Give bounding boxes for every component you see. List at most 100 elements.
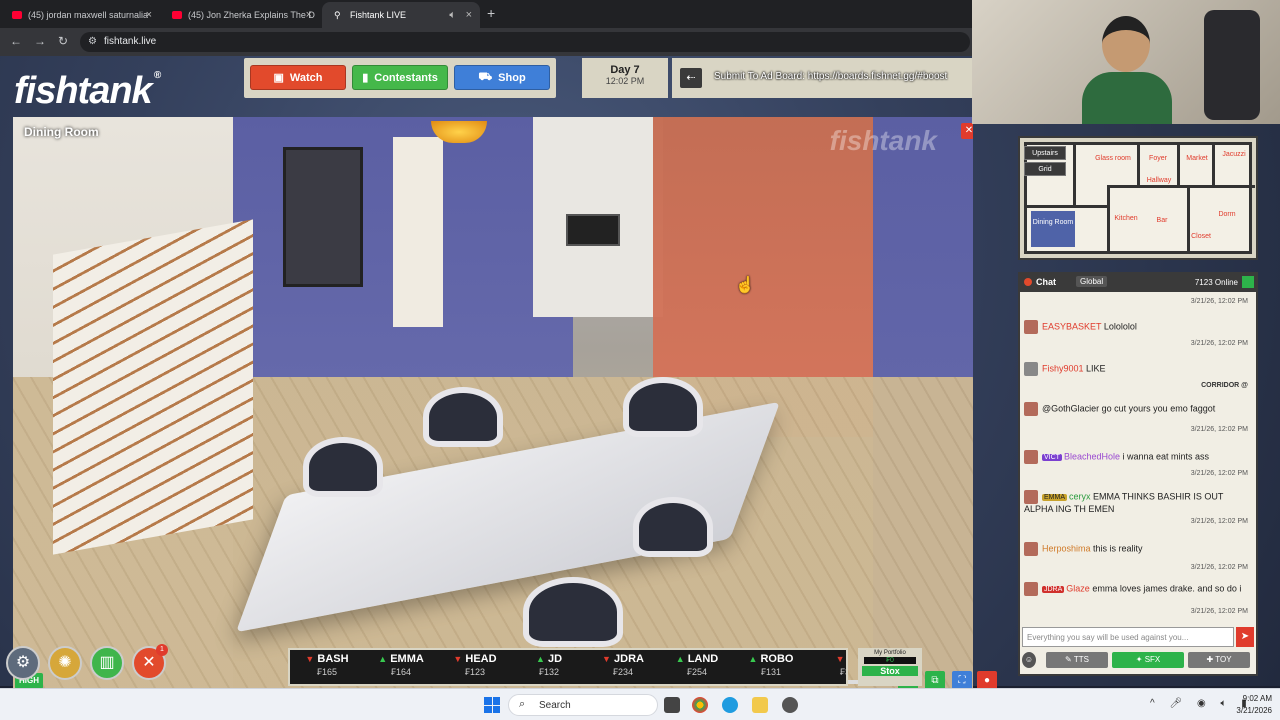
notification-badge: 1 (156, 644, 168, 656)
close-tab-icon[interactable]: × (466, 9, 472, 21)
ticker-item[interactable]: ▼ BASH ₣165 (290, 653, 364, 677)
close-tab-icon[interactable]: × (306, 9, 312, 21)
ticker-item[interactable]: ▲ EMMA ₣164 (364, 653, 438, 677)
tools-icon[interactable]: ✕ 1 (132, 644, 168, 680)
camera-feed[interactable]: Dining Room fishtank ✕ ☝ HIGH 🔈︎ ▢ ⧉ ⛶ (13, 117, 973, 696)
taskbar-search[interactable]: ⌕ Search (508, 694, 658, 716)
fishtank-logo[interactable]: fishtank ® (14, 70, 161, 113)
person-icon: ▮ (362, 72, 369, 84)
reload-icon[interactable]: ↻ (58, 34, 68, 48)
clock[interactable]: 9:02 AM 3/21/2026 (1236, 693, 1272, 717)
new-tab-icon[interactable]: + (487, 5, 495, 21)
map-room[interactable]: Bar (1145, 217, 1179, 225)
site-info-icon[interactable]: ⚙︎ (88, 36, 97, 47)
avatar[interactable] (1024, 402, 1038, 416)
avatar[interactable] (1024, 490, 1038, 504)
emoji-icon[interactable]: ☺ (1022, 652, 1036, 668)
file-explorer-icon[interactable] (752, 697, 768, 713)
ticker-item[interactable]: ▲ JD ₣132 (512, 653, 586, 677)
chat-message: Herposhima this is reality (1024, 542, 1250, 556)
down-arrow-icon: ▼ (602, 654, 611, 664)
stock-ticker[interactable]: ▼ BASH ₣165 ▲ EMMA ₣164 ▼ HEAD ₣123 ▲ JD ₣13… (288, 648, 848, 686)
task-view-icon[interactable] (664, 697, 680, 713)
send-icon[interactable]: ➤ (1236, 627, 1254, 647)
webcam-overlay (972, 0, 1280, 124)
url-field[interactable]: ⚙︎ fishtank.live (80, 32, 970, 52)
map-room[interactable]: Kitchen (1111, 215, 1141, 223)
expand-icon[interactable] (1242, 276, 1254, 288)
close-icon[interactable]: ✕ (961, 123, 973, 139)
upstairs-button[interactable]: Upstairs (1024, 146, 1066, 160)
windows-start-icon[interactable] (484, 697, 500, 713)
house-map: Glass room Foyer Market Jacuzzi Hallway … (1018, 136, 1258, 260)
ticker-item[interactable]: ▼ HEAD ₣123 (438, 653, 512, 677)
map-room[interactable]: Market (1182, 155, 1212, 163)
ad-board[interactable]: ⇠ Submit To Ad Board: https://boards.fis… (672, 58, 972, 98)
chat-header: Chat Global 7123 Online (1020, 274, 1256, 292)
up-arrow-icon: ▲ (535, 654, 545, 664)
map-room[interactable]: Foyer (1141, 155, 1175, 163)
coins-icon[interactable]: ✺ (48, 646, 82, 680)
chat-input[interactable]: Everything you say will be used against … (1022, 627, 1234, 647)
forward-icon[interactable]: → (34, 34, 46, 48)
webcam-image (1082, 16, 1172, 124)
arrow-left-icon[interactable]: ⇠ (680, 68, 702, 88)
camera-image (393, 137, 443, 327)
fishtank-tab-icon: ⚲ (334, 10, 341, 20)
back-icon[interactable]: ← (10, 34, 22, 48)
watch-button[interactable]: ▣ Watch (250, 65, 346, 90)
obs-icon[interactable] (782, 697, 798, 713)
avatar[interactable] (1024, 542, 1038, 556)
channel-selector[interactable]: Global (1076, 276, 1108, 287)
speaker-icon[interactable]: 🔈︎ (449, 9, 456, 22)
shopping-bag-icon[interactable]: ▥ (90, 646, 124, 680)
camera-image (623, 377, 703, 437)
edge-icon[interactable] (722, 697, 738, 713)
map-room[interactable]: Jacuzzi (1217, 151, 1251, 159)
map-room[interactable]: Hallway (1139, 177, 1179, 185)
ticker-item[interactable]: ▲ ROBO ₣131 (734, 653, 808, 677)
camera-image (566, 214, 620, 246)
map-room-active[interactable]: Dining Room (1031, 211, 1075, 247)
cart-icon: ⛟ (478, 70, 493, 83)
room-name: Dining Room (24, 125, 99, 139)
up-arrow-icon: ▲ (748, 654, 758, 664)
tts-icon: ✎ (1065, 655, 1074, 664)
chat-messages[interactable]: 3/21/26, 12:02 PM EASYBASKET Lolololol 3… (1020, 294, 1256, 624)
ticker-item[interactable]: ▼ T₣3 (808, 653, 846, 677)
contestants-button[interactable]: ▮ Contestants (352, 65, 448, 90)
down-arrow-icon: ▼ (305, 654, 315, 664)
webcam-image (1204, 10, 1260, 120)
camera-image (423, 387, 503, 447)
ticker-item[interactable]: ▲ LAND ₣254 (660, 653, 734, 677)
chat-message: EMMA ceryx EMMA THINKS BASHIR IS OUT ALPH… (1024, 490, 1224, 514)
map-room[interactable]: Closet (1187, 233, 1215, 241)
watermark: fishtank (829, 125, 937, 156)
browser-tab[interactable]: (45) Jon Zherka Explains The D × (160, 2, 320, 28)
search-icon: ⌕ (519, 698, 526, 710)
gear-icon[interactable]: ⚙ (6, 646, 40, 680)
browser-tab-active[interactable]: ⚲ Fishtank LIVE 🔈︎ × (322, 2, 480, 28)
camera-image (53, 219, 253, 555)
avatar[interactable] (1024, 582, 1038, 596)
avatar[interactable] (1024, 320, 1038, 334)
top-navigation: ▣ Watch ▮ Contestants ⛟ Shop (244, 58, 556, 98)
avatar[interactable] (1024, 450, 1038, 464)
day-clock: Day 7 12:02 PM (582, 58, 668, 98)
toy-button[interactable]: ✚ TOY (1188, 652, 1250, 668)
map-room[interactable]: Dorm (1207, 211, 1247, 219)
chrome-icon[interactable] (692, 697, 708, 713)
windows-taskbar: ⌕ Search ^ 🎤︎ ◉ 🔈︎ ▮ 9:02 AM 3/21/2026 (0, 688, 1280, 720)
sfx-button[interactable]: ✦ SFX (1112, 652, 1184, 668)
stox-button[interactable]: Stox (862, 666, 918, 676)
ticker-item[interactable]: ▼ JDRA ₣234 (586, 653, 660, 677)
camera-image (283, 147, 363, 287)
browser-tab[interactable]: (45) jordan maxwell saturnalia × (0, 2, 160, 28)
close-tab-icon[interactable]: × (146, 9, 152, 21)
grid-button[interactable]: Grid (1024, 162, 1066, 176)
tts-button[interactable]: ✎ TTS (1046, 652, 1108, 668)
chat-message: VICT BleachedHole i wanna eat mints ass (1024, 450, 1250, 464)
map-room[interactable]: Glass room (1093, 155, 1133, 163)
avatar[interactable] (1024, 362, 1038, 376)
shop-button[interactable]: ⛟ Shop (454, 65, 550, 90)
